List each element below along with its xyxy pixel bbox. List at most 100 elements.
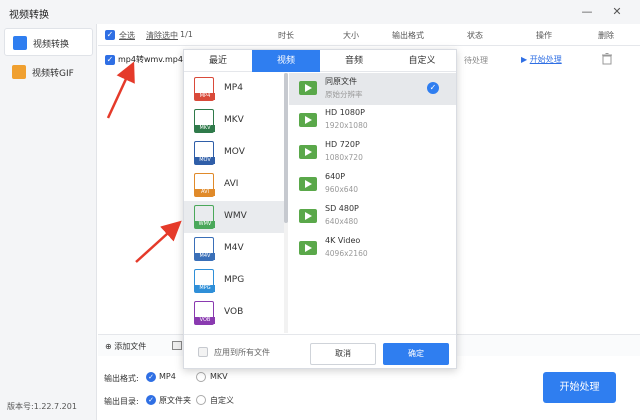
output-dir-row: 输出目录: ✓ 原文件夹 自定义	[98, 393, 298, 409]
format-name: MKV	[224, 115, 244, 125]
start-process-label: 开始处理	[529, 55, 562, 64]
resolution-item-720p[interactable]: HD 720P 1080x720	[289, 137, 456, 169]
minimize-button[interactable]: —	[578, 3, 596, 21]
output-format-row: 输出格式: ✓ MP4 MKV	[98, 370, 298, 386]
add-file-button[interactable]: ⊕ 添加文件	[105, 341, 146, 352]
video-file-icon	[299, 209, 317, 223]
trash-icon[interactable]	[602, 53, 612, 65]
sidebar-item-video-to-gif[interactable]: 视频转GIF	[4, 58, 93, 86]
radio-mkv[interactable]	[196, 372, 206, 382]
select-all-checkbox[interactable]: ✓	[105, 30, 115, 40]
mkv-tag: MKV	[195, 125, 215, 132]
mp4-tag: MP4	[195, 93, 215, 100]
mp4-file-icon: MP4	[194, 77, 215, 101]
close-button[interactable]: ✕	[608, 3, 626, 21]
header-size: 大小	[343, 31, 359, 40]
tab-audio[interactable]: 音频	[320, 50, 388, 72]
status-text: 待处理	[464, 56, 488, 65]
cancel-button[interactable]: 取消	[310, 343, 376, 365]
resolution-size: 1920x1080	[325, 121, 368, 130]
arrow-to-wmv	[135, 220, 182, 263]
radio-mp4-label[interactable]: MP4	[159, 372, 176, 381]
file-name: mp4转wmv.mp4	[118, 55, 183, 64]
format-item-mkv[interactable]: MKV MKV	[184, 105, 284, 137]
arrow-to-file-row	[106, 61, 135, 119]
format-name: MP4	[224, 83, 243, 93]
check-icon: ✓	[427, 82, 439, 94]
resolution-size: 640x480	[325, 217, 359, 226]
resolution-name: HD 1080P	[325, 108, 365, 117]
resolution-item-original[interactable]: 同原文件 原始分辨率 ✓	[289, 73, 456, 105]
resolution-size: 1080x720	[325, 153, 363, 162]
table-header: ✓ 全选 清除选中 1/1 时长 大小 输出格式 状态 操作 删除	[98, 24, 640, 46]
resolution-item-1080p[interactable]: HD 1080P 1920x1080	[289, 105, 456, 137]
mov-file-icon: MOV	[194, 141, 215, 165]
format-item-mp4[interactable]: MP4 MP4	[184, 73, 284, 105]
format-item-vob[interactable]: VOB VOB	[184, 297, 284, 329]
file-count: 1/1	[180, 30, 193, 39]
row-checkbox[interactable]: ✓	[105, 55, 115, 65]
ok-button[interactable]: 确定	[383, 343, 449, 365]
radio-mkv-label[interactable]: MKV	[210, 372, 228, 381]
resolution-item-480p[interactable]: SD 480P 640x480	[289, 201, 456, 233]
radio-source-folder[interactable]: ✓	[146, 395, 156, 405]
header-status: 状态	[467, 31, 483, 40]
resolution-name: HD 720P	[325, 140, 360, 149]
avi-file-icon: AVI	[194, 173, 215, 197]
resolution-item-4k[interactable]: 4K Video 4096x2160	[289, 233, 456, 265]
title-bar: 视频转换 — ✕	[0, 0, 640, 24]
select-all-label[interactable]: 全选	[119, 30, 135, 41]
format-item-wmv[interactable]: WMV WMV	[184, 201, 284, 233]
m4v-tag: M4V	[195, 253, 215, 260]
resolution-item-640p[interactable]: 640P 960x640	[289, 169, 456, 201]
header-action: 操作	[536, 31, 552, 40]
resolution-size: 4096x2160	[325, 249, 368, 258]
sidebar: 视频转换 视频转GIF	[0, 24, 97, 420]
resolution-size: 原始分辨率	[325, 90, 363, 99]
radio-source-folder-label[interactable]: 原文件夹	[159, 395, 191, 406]
format-name: WMV	[224, 211, 247, 221]
vob-tag: VOB	[195, 317, 215, 324]
format-item-avi[interactable]: AVI AVI	[184, 169, 284, 201]
apply-all-checkbox[interactable]	[198, 347, 208, 357]
resolution-name: 4K Video	[325, 236, 361, 245]
format-tabs: 最近 视频 音频 自定义	[184, 50, 456, 72]
m4v-file-icon: M4V	[194, 237, 215, 261]
radio-mp4[interactable]: ✓	[146, 372, 156, 382]
avi-tag: AVI	[195, 189, 215, 196]
tab-custom[interactable]: 自定义	[388, 50, 456, 72]
gif-icon	[12, 65, 26, 79]
output-format-label: 输出格式:	[104, 374, 139, 383]
sidebar-item-video-convert[interactable]: 视频转换	[4, 28, 93, 56]
apply-all-label[interactable]: 应用到所有文件	[214, 347, 270, 358]
mpg-tag: MPG	[195, 285, 215, 292]
add-file-label: 添加文件	[114, 342, 147, 351]
start-button[interactable]: 开始处理	[543, 372, 616, 403]
format-name: VOB	[224, 307, 244, 317]
format-item-mov[interactable]: MOV MOV	[184, 137, 284, 169]
format-name: MPG	[224, 275, 245, 285]
tab-video[interactable]: 视频	[252, 50, 320, 72]
resolution-name: 同原文件	[325, 77, 357, 86]
format-item-mpg[interactable]: MPG MPG	[184, 265, 284, 297]
add-folder-icon[interactable]	[172, 341, 182, 350]
video-file-icon	[299, 81, 317, 95]
resolution-name: SD 480P	[325, 204, 359, 213]
format-scroll-thumb[interactable]	[284, 73, 288, 223]
clear-selected-link[interactable]: 清除选中	[146, 30, 178, 41]
vob-file-icon: VOB	[194, 301, 215, 325]
tab-recent[interactable]: 最近	[184, 50, 252, 72]
video-file-icon	[299, 113, 317, 127]
sidebar-item-label: 视频转GIF	[32, 69, 74, 79]
format-item-m4v[interactable]: M4V M4V	[184, 233, 284, 265]
mov-tag: MOV	[195, 157, 215, 164]
output-dir-label: 输出目录:	[104, 397, 139, 406]
mkv-file-icon: MKV	[194, 109, 215, 133]
radio-custom-dir-label[interactable]: 自定义	[210, 395, 234, 406]
format-name: AVI	[224, 179, 239, 189]
header-duration: 时长	[278, 31, 294, 40]
video-file-icon	[299, 241, 317, 255]
radio-custom-dir[interactable]	[196, 395, 206, 405]
start-process-link[interactable]: ▶ 开始处理	[521, 54, 562, 65]
resolution-size: 960x640	[325, 185, 359, 194]
